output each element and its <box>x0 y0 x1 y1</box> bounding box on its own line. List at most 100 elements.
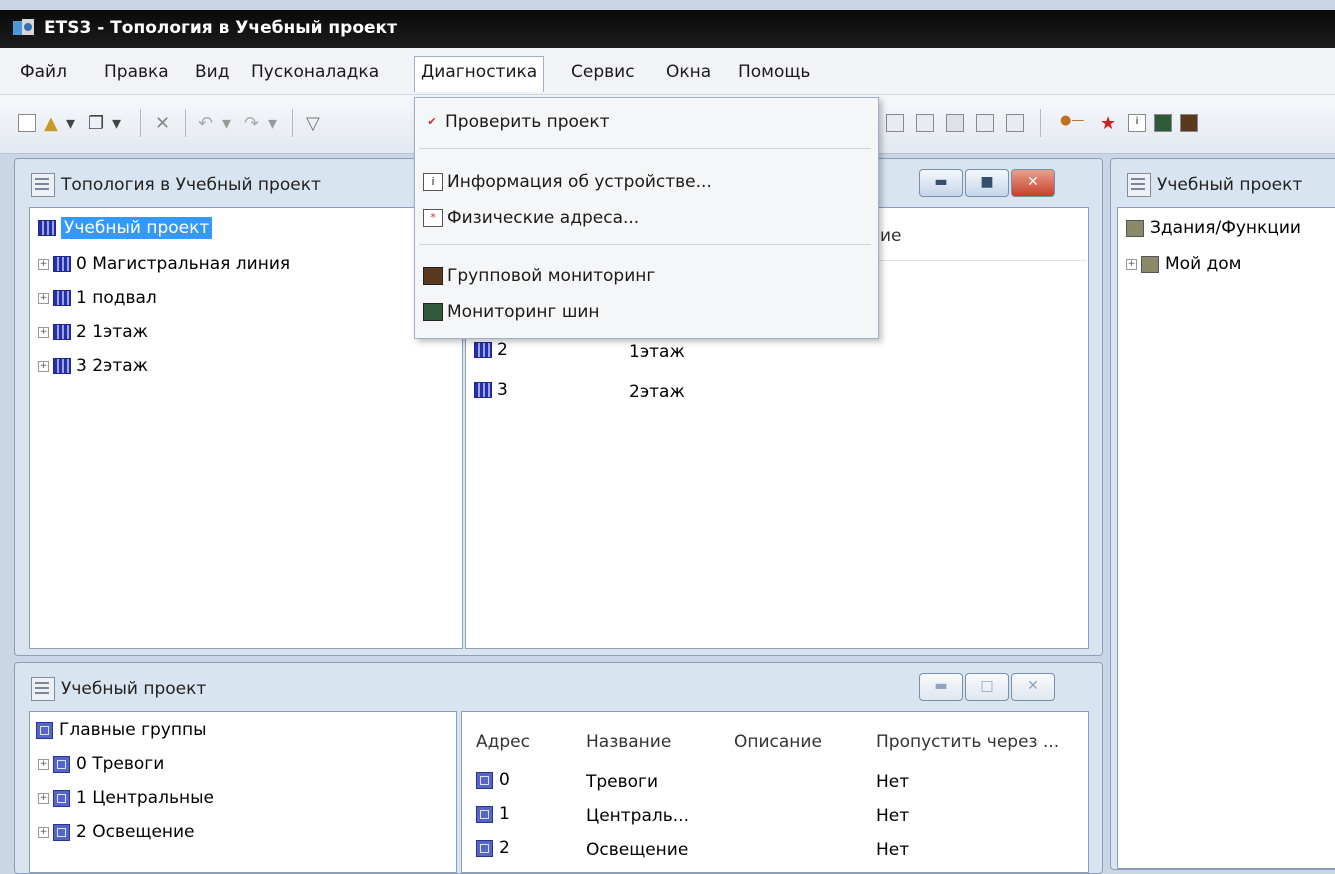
diagnostics-dropdown-menu: ✔ Проверить проект i Информация об устройс… <box>414 97 879 339</box>
expand-icon[interactable]: + <box>1126 258 1137 270</box>
maximize-button[interactable]: □ <box>965 673 1009 701</box>
tree-item-line-2[interactable]: +2 1этаж <box>38 322 148 342</box>
device-info-icon[interactable]: i <box>1128 114 1146 132</box>
tree-item-line-3[interactable]: +3 2этаж <box>38 356 148 376</box>
menu-item-group-monitor[interactable]: Групповой мониторинг <box>423 266 655 286</box>
layout-icon-3[interactable] <box>946 114 964 132</box>
close-button[interactable]: ✕ <box>1011 169 1055 197</box>
table-row[interactable]: 2 <box>476 838 510 858</box>
layout-icon-4[interactable] <box>976 114 994 132</box>
group-icon <box>476 839 493 857</box>
expand-icon[interactable]: + <box>38 360 49 372</box>
download-device-icon[interactable]: ★ <box>1100 113 1116 134</box>
expand-icon[interactable]: + <box>38 758 49 770</box>
close-button[interactable]: ✕ <box>1011 673 1055 701</box>
filter-icon[interactable]: ▽ <box>306 113 320 134</box>
table-cell-skip: Нет <box>876 840 910 860</box>
groups-window: Учебный проект ▬ □ ✕ Главные группы +0 Т… <box>14 662 1103 874</box>
delete-icon[interactable]: ✕ <box>155 113 170 134</box>
tree-root[interactable]: Здания/Функции <box>1126 218 1301 238</box>
tree-item-group-0[interactable]: +0 Тревоги <box>38 754 164 774</box>
dropdown-arrow-icon[interactable]: ▾ <box>66 113 75 134</box>
menu-help[interactable]: Помощь <box>738 62 810 82</box>
dropdown-arrow-icon[interactable]: ▾ <box>268 113 277 134</box>
expand-icon[interactable]: + <box>38 292 49 304</box>
expand-icon[interactable]: + <box>38 826 49 838</box>
tree-root[interactable]: Главные группы <box>36 720 207 740</box>
list-row-name: 1этаж <box>629 342 685 362</box>
window-title: ETS3 - Топология в Учебный проект <box>44 18 397 38</box>
window-icon <box>31 677 55 701</box>
list-row[interactable]: 3 <box>474 380 508 400</box>
tree-root[interactable]: Учебный проект <box>38 217 213 239</box>
menu-item-check-project[interactable]: ✔ Проверить проект <box>423 112 609 132</box>
dropdown-arrow-icon[interactable]: ▾ <box>222 113 231 134</box>
bus-monitor-icon[interactable] <box>1154 114 1172 132</box>
menu-view[interactable]: Вид <box>195 62 229 82</box>
toolbar-separator <box>140 109 141 137</box>
group-icon <box>36 721 53 739</box>
column-header-address[interactable]: Адрес <box>476 732 530 752</box>
building-icon <box>1126 219 1144 237</box>
layout-icon-1[interactable] <box>886 114 904 132</box>
menu-item-bus-monitor[interactable]: Мониторинг шин <box>423 302 600 322</box>
open-folder-icon[interactable]: ▲ <box>44 113 58 134</box>
groups-list-pane: Адрес Название Описание Пропустить через… <box>461 711 1089 873</box>
table-cell-name: Тревоги <box>586 772 659 792</box>
tree-item-line-1[interactable]: +1 подвал <box>38 288 157 308</box>
menu-service[interactable]: Сервис <box>571 62 635 82</box>
building-icon <box>1141 255 1159 273</box>
expand-icon[interactable]: + <box>38 258 49 270</box>
undo-icon[interactable]: ↶ <box>198 113 213 134</box>
menu-item-device-info[interactable]: i Информация об устройстве... <box>423 172 712 192</box>
expand-icon[interactable]: + <box>38 326 49 338</box>
line-icon <box>474 342 492 358</box>
menu-bar: Файл Правка Вид Пусконаладка Диагностика… <box>0 48 1335 95</box>
table-row[interactable]: 1 <box>476 804 510 824</box>
check-project-icon: ✔ <box>427 115 437 128</box>
menu-file[interactable]: Файл <box>20 62 67 82</box>
menu-edit[interactable]: Правка <box>104 62 169 82</box>
menu-separator <box>419 148 871 149</box>
tree-item-line-0[interactable]: +0 Магистральная линия <box>38 254 290 274</box>
physical-address-icon: * <box>423 209 443 227</box>
title-bar: ETS3 - Топология в Учебный проект <box>0 10 1335 48</box>
bus-monitor-icon <box>423 303 443 321</box>
toolbar-separator <box>185 109 186 137</box>
copy-icon[interactable]: ❐ <box>88 113 104 134</box>
tree-item-group-2[interactable]: +2 Освещение <box>38 822 195 842</box>
layout-icon-5[interactable] <box>1006 114 1024 132</box>
column-header-description[interactable]: Описание <box>734 732 822 752</box>
toolbar-separator <box>1040 109 1041 137</box>
menu-diagnostics[interactable]: Диагностика <box>414 56 545 92</box>
column-header[interactable]: ие <box>880 226 902 246</box>
dropdown-arrow-icon[interactable]: ▾ <box>112 113 121 134</box>
minimize-button[interactable]: ▬ <box>919 169 963 197</box>
group-icon <box>476 771 493 789</box>
toolbar-separator <box>292 109 293 137</box>
minimize-button[interactable]: ▬ <box>919 673 963 701</box>
menu-commissioning[interactable]: Пусконаладка <box>251 62 379 82</box>
tree-item-group-1[interactable]: +1 Центральные <box>38 788 214 808</box>
expand-icon[interactable]: + <box>38 792 49 804</box>
menu-windows[interactable]: Окна <box>666 62 711 82</box>
list-row[interactable]: 2 <box>474 340 508 360</box>
buildings-window-title: Учебный проект <box>1127 173 1302 197</box>
tree-item-building[interactable]: + Мой дом <box>1126 254 1242 274</box>
table-cell-name: Централь... <box>586 806 689 826</box>
column-header-name[interactable]: Название <box>586 732 671 752</box>
connector-icon[interactable]: ●— <box>1060 113 1084 128</box>
table-row[interactable]: 0 <box>476 770 510 790</box>
column-header-skip[interactable]: Пропустить через ... <box>876 732 1059 752</box>
group-monitor-icon[interactable] <box>1180 114 1198 132</box>
group-icon <box>53 823 70 841</box>
buildings-tree-pane: Здания/Функции + Мой дом <box>1117 207 1335 869</box>
maximize-button[interactable]: ■ <box>965 169 1009 197</box>
table-cell-name: Освещение <box>586 840 689 860</box>
layout-icon-2[interactable] <box>916 114 934 132</box>
menu-item-physical-addresses[interactable]: * Физические адреса... <box>423 208 639 228</box>
group-monitor-icon <box>423 267 443 285</box>
new-file-icon[interactable] <box>18 114 36 132</box>
redo-icon[interactable]: ↷ <box>244 113 259 134</box>
topology-window-title: Топология в Учебный проект <box>31 173 321 197</box>
